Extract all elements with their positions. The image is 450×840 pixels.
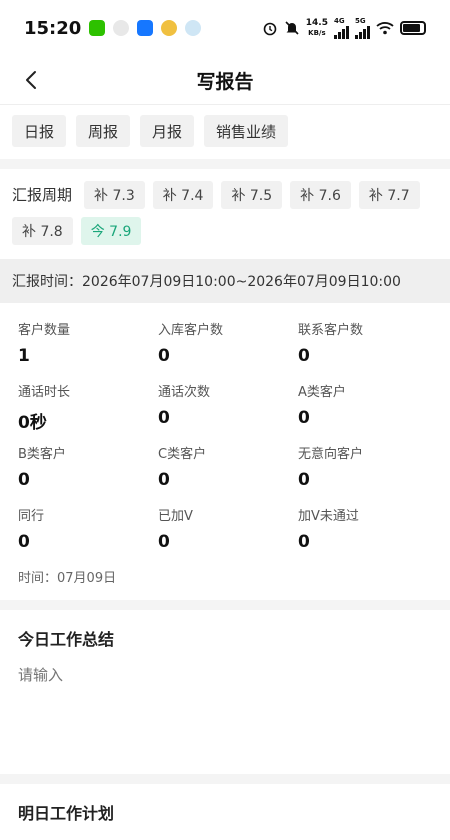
stat-item: 联系客户数 0 — [298, 315, 438, 377]
tab-weekly[interactable]: 周报 — [76, 115, 131, 147]
net-speed: 14.5 KB/s — [306, 18, 328, 38]
report-period: 汇报周期 补 7.3 补 7.4 补 7.5 补 7.6 补 7.7 补 7.8… — [0, 169, 450, 253]
nav-bar: 写报告 — [0, 56, 450, 104]
net2-label: 5G — [355, 17, 366, 25]
stat-value: 0 — [298, 408, 310, 428]
stat-label: 入库客户数 — [158, 323, 224, 338]
stat-label: 加V未通过 — [298, 509, 359, 524]
signal-icon — [355, 25, 370, 39]
net1-label: 4G — [334, 17, 345, 25]
stat-label: 无意向客户 — [298, 447, 364, 462]
report-time: 汇报时间：2026年07月09日10:00~2026年07月09日10:00 — [0, 259, 450, 303]
period-chip[interactable]: 补 7.7 — [358, 181, 420, 209]
app-icon — [161, 20, 178, 36]
stat-value: 0 — [298, 532, 310, 552]
stat-item: 已加V 0 — [158, 501, 298, 563]
stat-label: 通话时长 — [18, 385, 71, 400]
battery-icon — [400, 21, 426, 35]
period-chip[interactable]: 补 7.4 — [152, 181, 214, 209]
stat-label: 联系客户数 — [298, 323, 364, 338]
stat-value: 0 — [158, 408, 170, 428]
summary-section: 今日工作总结 — [0, 610, 450, 774]
signal-icon — [334, 25, 349, 39]
stat-value: 0 — [298, 346, 310, 366]
stat-item: C类客户 0 — [158, 439, 298, 501]
summary-title: 今日工作总结 — [18, 630, 115, 649]
stat-label: 同行 — [18, 509, 45, 524]
status-left: 15:20 — [24, 17, 202, 39]
status-bar: 15:20 14.5 KB/s 4G 5G — [0, 0, 450, 56]
status-time: 15:20 — [24, 17, 82, 39]
back-arrow-icon[interactable] — [18, 66, 46, 94]
wechat-icon — [89, 20, 106, 36]
stat-item: 通话时长 0秒 — [18, 377, 158, 439]
report-type-tabs: 日报 周报 月报 销售业绩 — [0, 105, 450, 159]
stat-value: 0 — [18, 470, 30, 490]
stat-item: 通话次数 0 — [158, 377, 298, 439]
net-speed-unit: KB/s — [308, 29, 326, 37]
section-gap — [0, 774, 450, 784]
period-chip-today[interactable]: 今 7.9 — [80, 217, 142, 245]
stat-value: 1 — [18, 346, 30, 366]
status-right: 14.5 KB/s 4G 5G — [262, 17, 426, 39]
stat-item: 加V未通过 0 — [298, 501, 438, 563]
stat-item: 同行 0 — [18, 501, 158, 563]
stat-value: 0 — [18, 532, 30, 552]
stat-label: A类客户 — [298, 385, 346, 400]
plan-title: 明日工作计划 — [18, 804, 115, 823]
stat-value: 0 — [158, 532, 170, 552]
alipay-icon — [137, 20, 154, 36]
stats-date: 时间：07月09日 — [18, 571, 117, 586]
stats-grid: 客户数量 1 入库客户数 0 联系客户数 0 通话时长 0秒 通话次数 0 A类客户 0 B… — [0, 303, 450, 563]
period-chip[interactable]: 补 7.3 — [84, 181, 145, 209]
stat-label: 客户数量 — [18, 323, 71, 338]
wifi-icon — [376, 22, 394, 35]
net-speed-value: 14.5 — [305, 18, 328, 28]
period-chip[interactable]: 补 7.6 — [290, 181, 351, 209]
stat-item: 入库客户数 0 — [158, 315, 298, 377]
section-gap — [0, 159, 450, 169]
tab-monthly[interactable]: 月报 — [140, 115, 195, 147]
period-chip[interactable]: 补 7.8 — [12, 217, 73, 245]
stat-label: 通话次数 — [158, 385, 211, 400]
stat-item: B类客户 0 — [18, 439, 158, 501]
stat-value: 0 — [158, 470, 170, 490]
signal-5g: 5G — [355, 17, 370, 39]
alarm-icon — [263, 22, 277, 36]
stat-value: 0秒 — [18, 413, 47, 433]
stat-item: 客户数量 1 — [18, 315, 158, 377]
stat-item: 无意向客户 0 — [298, 439, 438, 501]
tab-sales-performance[interactable]: 销售业绩 — [204, 115, 289, 147]
cloud-icon — [185, 20, 202, 36]
stat-value: 0 — [158, 346, 170, 366]
mute-icon — [285, 21, 299, 35]
qq-icon — [113, 20, 130, 36]
stat-label: B类客户 — [18, 447, 66, 462]
stat-value: 0 — [298, 470, 310, 490]
signal-4g: 4G — [334, 17, 349, 39]
period-label: 汇报周期 — [12, 186, 73, 204]
stat-label: 已加V — [158, 509, 193, 524]
stat-item: A类客户 0 — [298, 377, 438, 439]
stat-label: C类客户 — [158, 447, 207, 462]
tab-daily[interactable]: 日报 — [12, 115, 67, 147]
page-title: 写报告 — [196, 70, 254, 93]
summary-input[interactable] — [18, 664, 432, 754]
plan-section: 明日工作计划 — [0, 784, 450, 840]
section-gap — [0, 600, 450, 610]
period-chip[interactable]: 补 7.5 — [221, 181, 283, 209]
